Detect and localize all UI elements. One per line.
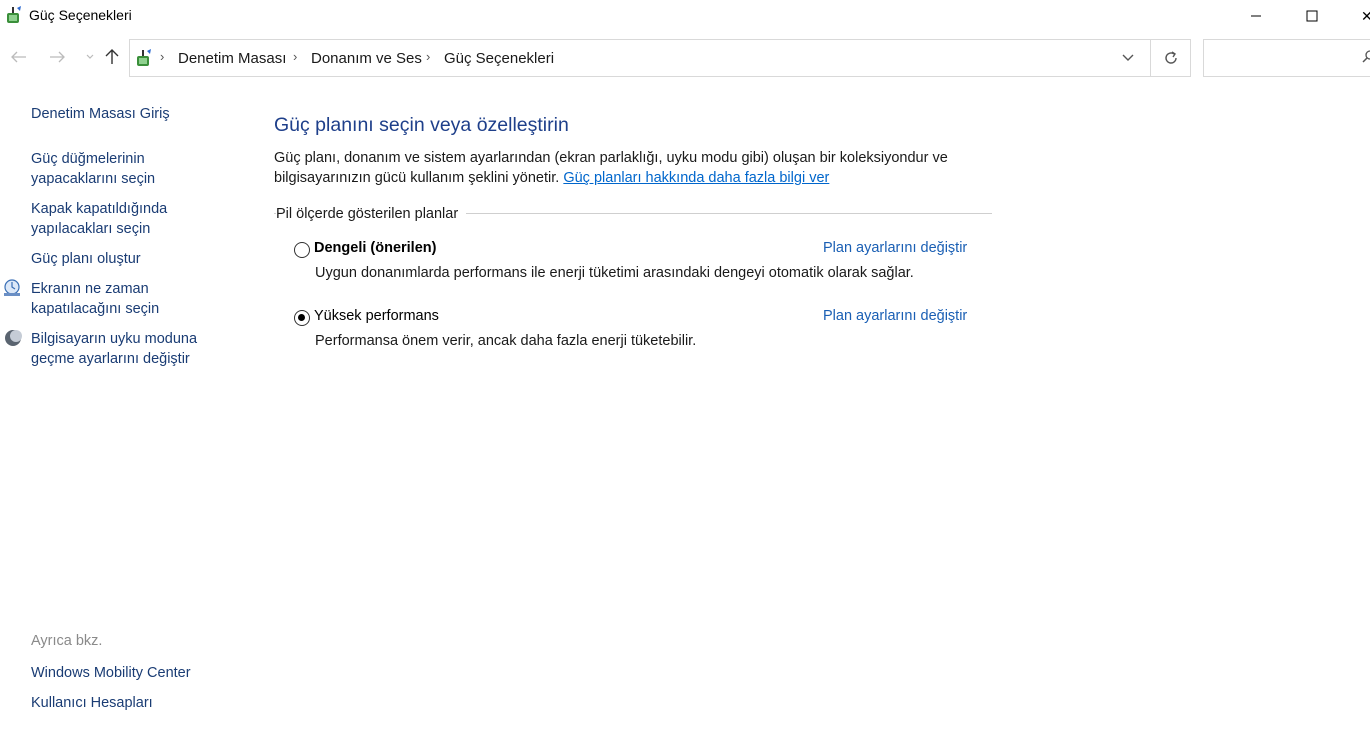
minimize-icon xyxy=(1251,15,1261,17)
sidebar-link-display-off[interactable]: Ekranın ne zaman kapatılacağını seçin xyxy=(31,279,201,319)
recent-locations-button[interactable] xyxy=(79,46,101,68)
search-icon xyxy=(1362,50,1370,63)
page-title: Güç planını seçin veya özelleştirin xyxy=(274,114,569,136)
power-options-icon xyxy=(137,49,151,66)
plan-high-performance-radio[interactable] xyxy=(294,310,310,326)
window-title: Güç Seçenekleri xyxy=(29,7,132,23)
see-also-heading: Ayrıca bkz. xyxy=(31,633,103,649)
search-box[interactable] xyxy=(1203,39,1370,77)
sidebar: Denetim Masası Giriş Güç düğmelerinin ya… xyxy=(0,96,250,732)
minimize-button[interactable] xyxy=(1233,0,1279,32)
sidebar-link-sleep-settings[interactable]: Bilgisayarın uyku moduna geçme ayarların… xyxy=(31,329,211,369)
maximize-button[interactable] xyxy=(1289,0,1335,32)
display-timer-icon xyxy=(4,279,20,296)
sidebar-link-lid-close[interactable]: Kapak kapatıldığında yapılacakları seçin xyxy=(31,199,201,239)
title-bar: Güç Seçenekleri ✕ xyxy=(0,0,1370,32)
up-button[interactable] xyxy=(101,46,123,68)
refresh-icon xyxy=(1164,51,1177,64)
arrow-left-icon xyxy=(11,51,26,63)
close-icon: ✕ xyxy=(1361,7,1370,24)
breadcrumb-control-panel[interactable]: Denetim Masası xyxy=(178,50,286,67)
plan-high-performance-name[interactable]: Yüksek performans xyxy=(314,308,439,324)
plan-high-performance-settings-link[interactable]: Plan ayarlarını değiştir xyxy=(823,308,967,324)
maximize-icon xyxy=(1306,10,1318,22)
plan-high-performance: Yüksek performans Plan ayarlarını değişt… xyxy=(294,308,994,358)
plan-balanced-description: Uygun donanımlarda performans ile enerji… xyxy=(315,265,914,281)
plan-balanced-radio[interactable] xyxy=(294,242,310,258)
plan-balanced-settings-link[interactable]: Plan ayarlarını değiştir xyxy=(823,240,967,256)
forward-button[interactable] xyxy=(46,46,68,68)
back-button[interactable] xyxy=(8,46,30,68)
chevron-right-icon[interactable]: › xyxy=(293,49,297,64)
sidebar-link-user-accounts[interactable]: Kullanıcı Hesapları xyxy=(31,693,153,713)
plans-group-label: Pil ölçerde gösterilen planlar xyxy=(276,206,467,222)
chevron-down-icon xyxy=(1122,54,1134,61)
sidebar-link-mobility-center[interactable]: Windows Mobility Center xyxy=(31,663,191,683)
arrow-up-icon xyxy=(105,49,119,64)
more-info-link[interactable]: Güç planları hakkında daha fazla bilgi v… xyxy=(563,170,829,186)
plan-balanced: Dengeli (önerilen) Plan ayarlarını değiş… xyxy=(294,240,994,290)
breadcrumb-hardware-sound[interactable]: Donanım ve Ses xyxy=(311,50,422,67)
chevron-right-icon[interactable]: › xyxy=(426,49,430,64)
page-description: Güç planı, donanım ve sistem ayarlarında… xyxy=(274,148,994,188)
chevron-down-icon xyxy=(86,54,94,59)
arrow-right-icon xyxy=(50,51,65,63)
sidebar-link-control-panel-home[interactable]: Denetim Masası Giriş xyxy=(31,104,170,124)
breadcrumb-power-options[interactable]: Güç Seçenekleri xyxy=(444,50,554,67)
plan-high-performance-description: Performansa önem verir, ancak daha fazla… xyxy=(315,333,697,349)
sidebar-link-create-plan[interactable]: Güç planı oluştur xyxy=(31,249,141,269)
sidebar-link-power-buttons[interactable]: Güç düğmelerinin yapacaklarını seçin xyxy=(31,149,201,189)
sleep-moon-icon xyxy=(5,330,22,346)
refresh-button[interactable] xyxy=(1150,40,1190,76)
power-options-icon xyxy=(7,6,21,23)
address-bar[interactable]: › Denetim Masası › Donanım ve Ses › Güç … xyxy=(129,39,1191,77)
chevron-right-icon[interactable]: › xyxy=(160,49,164,64)
address-dropdown-button[interactable] xyxy=(1113,40,1143,76)
navigation-bar: › Denetim Masası › Donanım ve Ses › Güç … xyxy=(0,38,1370,80)
plan-balanced-name[interactable]: Dengeli (önerilen) xyxy=(314,240,436,256)
close-button[interactable]: ✕ xyxy=(1345,0,1370,32)
